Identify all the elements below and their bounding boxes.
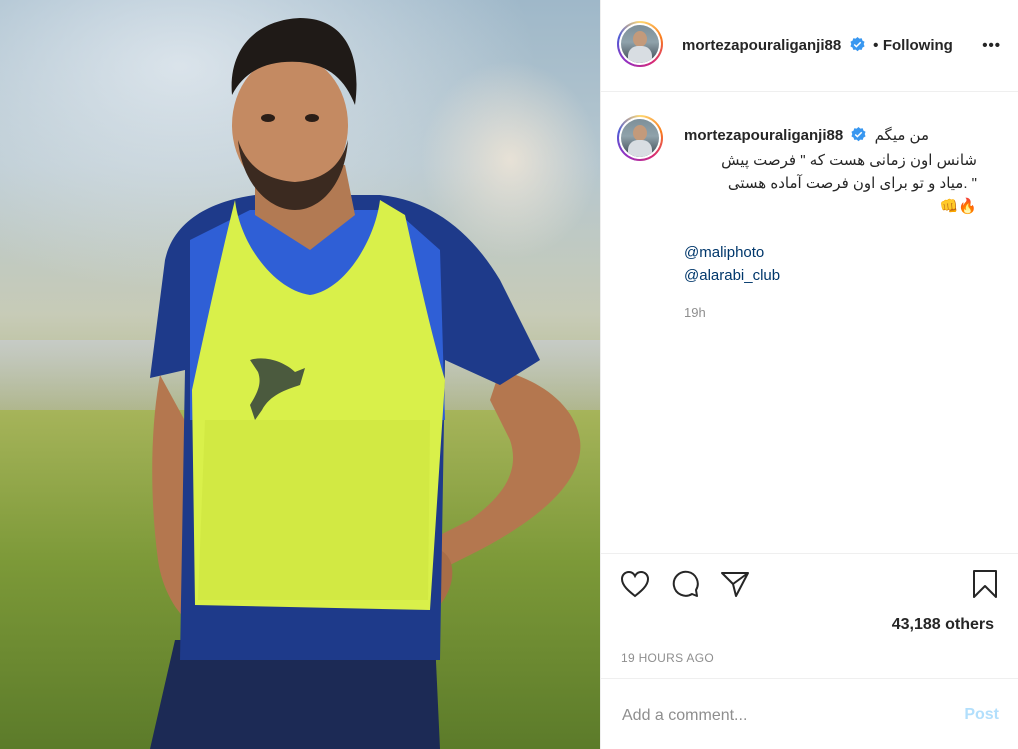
- caption-line-3: " .میاد و تو برای اون فرصت آماده هستی: [727, 175, 977, 192]
- following-button[interactable]: Following: [883, 37, 953, 54]
- follow-separator: •: [873, 37, 879, 54]
- comment-bubble-icon[interactable]: [670, 569, 700, 599]
- more-options-button[interactable]: •••: [982, 37, 1001, 54]
- bookmark-icon[interactable]: [970, 569, 1000, 599]
- paper-plane-icon[interactable]: [720, 569, 750, 599]
- post-photo[interactable]: [0, 0, 600, 749]
- caption-text: mortezapouraliganji88 من میگم شانس اون ز…: [684, 124, 977, 324]
- comment-bar: Post: [601, 678, 1018, 749]
- player-figure: [150, 18, 581, 749]
- post-sidebar: mortezapouraliganji88 • Following ••• mo…: [600, 0, 1018, 749]
- avatar-image: [621, 25, 659, 63]
- header-line: mortezapouraliganji88 • Following: [682, 37, 953, 57]
- heart-icon[interactable]: [620, 569, 650, 599]
- caption-line-2: شانس اون زمانی هست که " فرصت پیش: [721, 152, 977, 169]
- caption-username[interactable]: mortezapouraliganji88: [684, 127, 843, 144]
- post-header: mortezapouraliganji88 • Following •••: [601, 0, 1018, 92]
- mention-link[interactable]: @alarabi_club: [684, 264, 977, 287]
- post-comment-button[interactable]: Post: [964, 706, 999, 724]
- avatar-image: [621, 119, 659, 157]
- post-timestamp[interactable]: 19 HOURS AGO: [621, 651, 714, 665]
- mention-link[interactable]: @maliphoto: [684, 241, 977, 264]
- author-avatar[interactable]: [617, 21, 663, 67]
- caption-line-1: من میگم: [874, 127, 930, 144]
- post-actions: 43,188 others 19 HOURS AGO: [601, 553, 1018, 678]
- author-username[interactable]: mortezapouraliganji88: [682, 37, 841, 54]
- caption-author-avatar[interactable]: [617, 115, 663, 161]
- verified-badge-icon: [850, 37, 865, 57]
- caption-timestamp[interactable]: 19h: [684, 301, 977, 324]
- comment-input[interactable]: [620, 703, 944, 729]
- caption-emoji: 🔥👊: [939, 198, 977, 215]
- verified-badge-icon: [851, 126, 866, 149]
- likes-count[interactable]: 43,188 others: [892, 616, 994, 634]
